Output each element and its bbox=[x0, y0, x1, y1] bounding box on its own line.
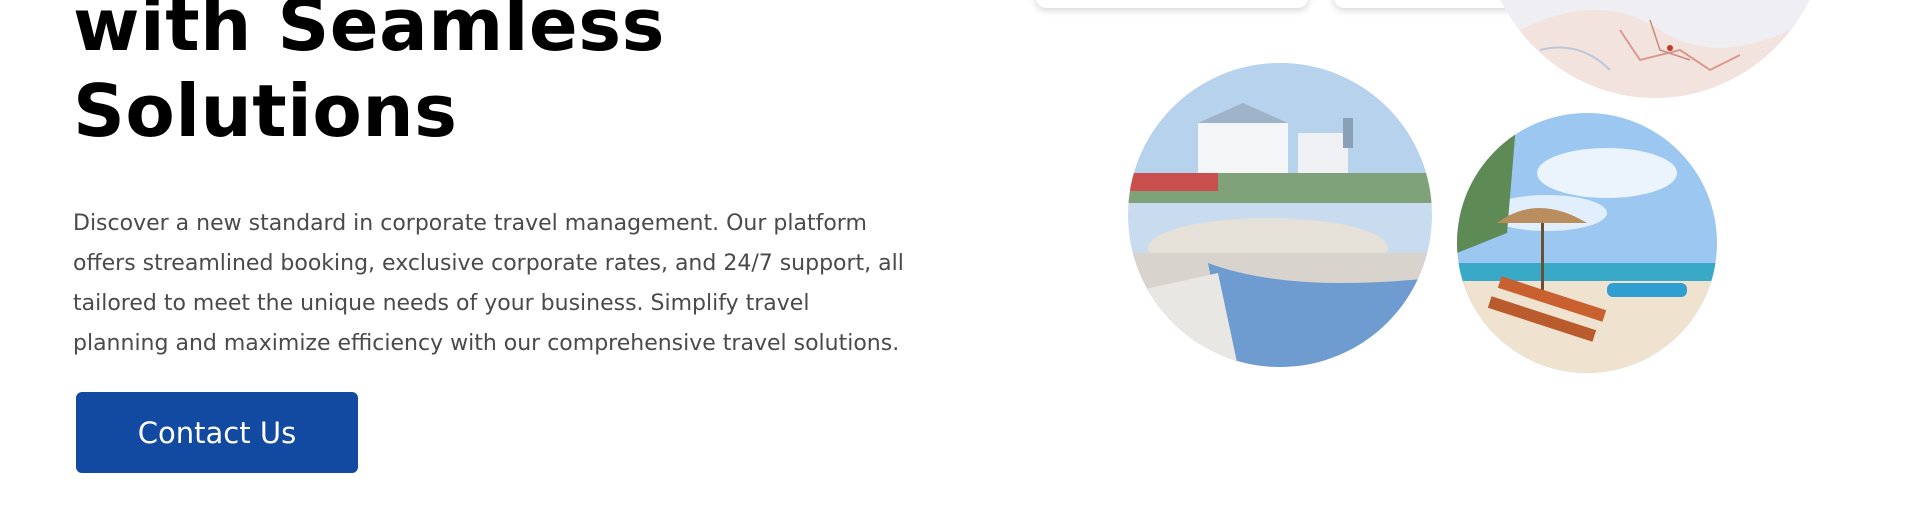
headline-line-2: Solutions bbox=[73, 69, 458, 153]
resort-pool-image bbox=[1128, 63, 1432, 367]
description-line-4: planning and maximize efficiency with ou… bbox=[73, 331, 900, 356]
hero-headline: with Seamless Solutions bbox=[73, 0, 665, 154]
description-line-2: offers streamlined booking, exclusive co… bbox=[73, 251, 904, 276]
map-image bbox=[1480, 0, 1830, 98]
beach-umbrella-image bbox=[1457, 113, 1717, 373]
contact-us-button[interactable]: Contact Us bbox=[76, 392, 358, 473]
description-line-1: Discover a new standard in corporate tra… bbox=[73, 211, 867, 236]
info-card-left bbox=[1036, 0, 1308, 8]
headline-line-1: with Seamless bbox=[73, 0, 665, 67]
description-line-3: tailored to meet the unique needs of you… bbox=[73, 291, 810, 316]
hero-description: Discover a new standard in corporate tra… bbox=[73, 204, 973, 364]
